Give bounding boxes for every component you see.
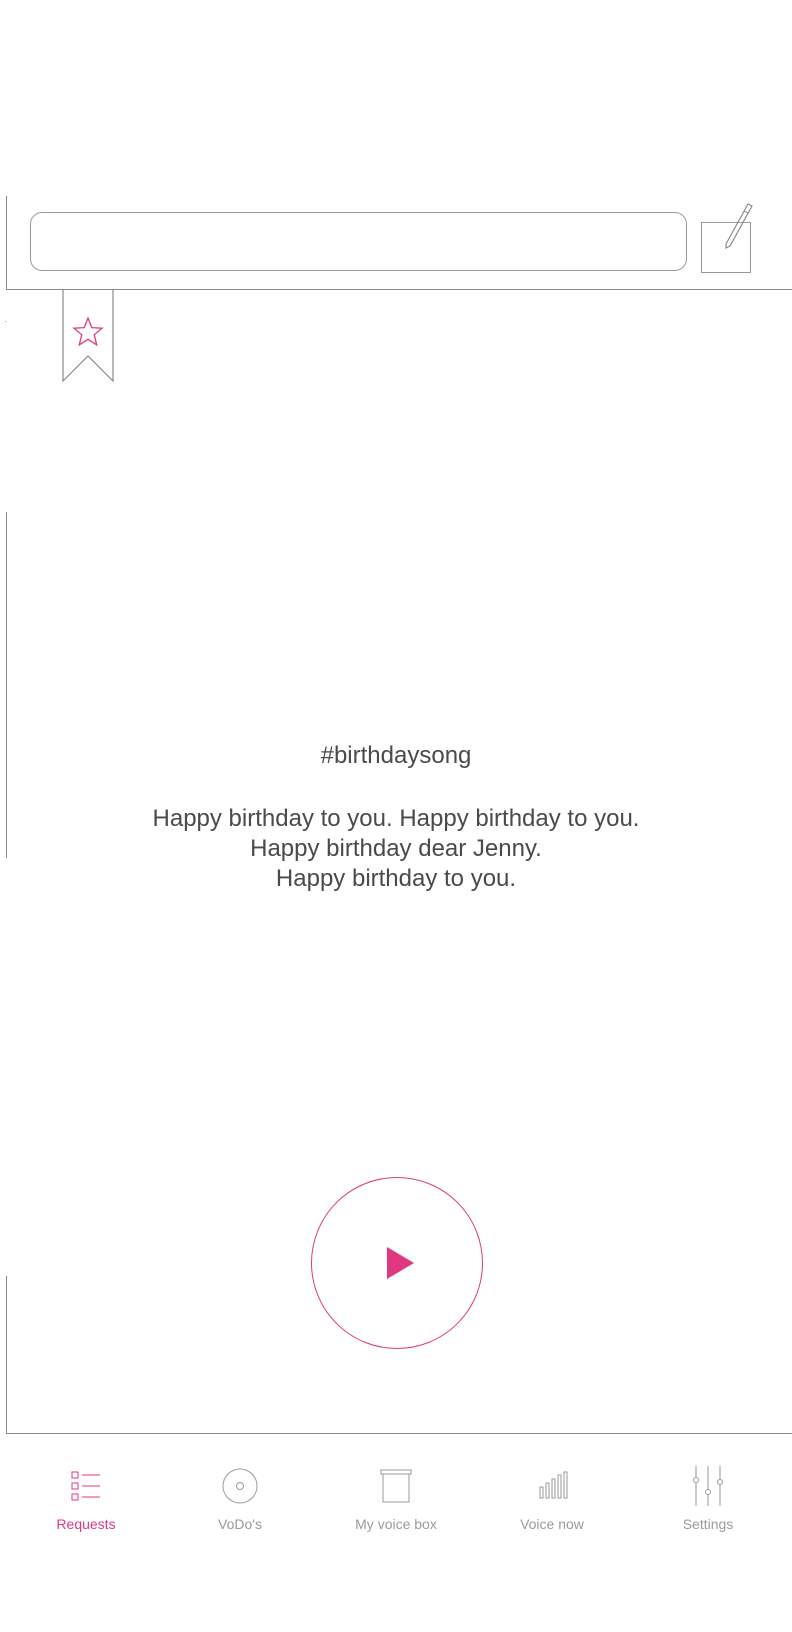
nav-label-requests: Requests: [56, 1516, 116, 1532]
nav-item-requests[interactable]: Requests: [11, 1464, 161, 1554]
disc-icon: [222, 1468, 258, 1504]
frame-dot: [5, 321, 6, 322]
search-input[interactable]: [30, 212, 687, 271]
nav-label-vodos: VoDo's: [218, 1516, 262, 1532]
lyrics-text: Happy birthday to you. Happy birthday to…: [0, 804, 792, 894]
lyrics-line: Happy birthday to you. Happy birthday to…: [152, 805, 640, 832]
hashtag-title: #birthdaysong: [320, 742, 472, 769]
bottom-nav: Requests VoDo's My voice box Voice now S…: [0, 1434, 792, 1632]
nav-item-vodos[interactable]: VoDo's: [165, 1464, 315, 1554]
nav-label-voice-now: Voice now: [520, 1516, 584, 1532]
sliders-icon: [693, 1466, 723, 1506]
frame-border-left-bottom: [6, 1276, 7, 1434]
box-icon: [380, 1469, 412, 1503]
play-icon[interactable]: [385, 1246, 415, 1280]
frame-border-left-top: [6, 196, 7, 290]
nav-label-my-voice-box: My voice box: [355, 1516, 437, 1532]
nav-item-my-voice-box[interactable]: My voice box: [321, 1464, 471, 1554]
bars-icon: [539, 1471, 568, 1499]
list-icon: [71, 1471, 100, 1501]
lyrics-line: Happy birthday to you.: [275, 865, 517, 892]
nav-label-settings: Settings: [682, 1516, 734, 1532]
nav-item-voice-now[interactable]: Voice now: [477, 1464, 627, 1554]
lyrics-line: Happy birthday dear Jenny.: [250, 835, 542, 862]
nav-item-settings[interactable]: Settings: [633, 1464, 783, 1554]
pencil-icon[interactable]: [720, 202, 754, 252]
star-bookmark-icon[interactable]: [62, 290, 114, 382]
header-divider: [6, 289, 792, 290]
